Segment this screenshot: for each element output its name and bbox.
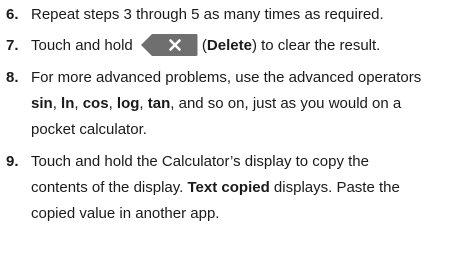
separator: ,: [108, 95, 117, 112]
step-7: 7. Touch and hold (Delete) to clear the …: [0, 33, 472, 59]
step-text-before: Touch and hold: [31, 37, 133, 54]
manual-page: 6. Repeat steps 3 through 5 as many time…: [0, 2, 472, 258]
operator-cos: cos: [82, 95, 109, 112]
step-number: 8.: [6, 69, 19, 86]
step-text: Repeat steps 3 through 5 as many times a…: [31, 6, 384, 23]
step-line-3: pocket calculator.: [31, 121, 147, 138]
separator: ,: [139, 95, 148, 112]
operator-sin: sin: [31, 95, 53, 112]
operator-log: log: [116, 95, 140, 112]
step-line-2-end: displays. Paste the: [273, 179, 400, 196]
delete-key-icon: [140, 33, 198, 57]
step-9: 9. Touch and hold the Calculator’s displ…: [0, 149, 472, 227]
step-number: 9.: [6, 153, 19, 170]
steps-list: 6. Repeat steps 3 through 5 as many time…: [0, 2, 472, 227]
step-6: 6. Repeat steps 3 through 5 as many time…: [0, 2, 472, 28]
step-line-1: For more advanced problems, use the adva…: [31, 69, 422, 86]
step-number: 7.: [6, 37, 19, 54]
operator-tan: tan: [147, 95, 171, 112]
step-line-3: copied value in another app.: [31, 205, 220, 222]
step-line-2-tail: , and so on, just as you would on a: [170, 95, 402, 112]
operator-ln: ln: [61, 95, 75, 112]
separator: ,: [74, 95, 83, 112]
text-copied-label: Text copied: [187, 179, 270, 196]
delete-label: Delete: [206, 37, 252, 54]
step-line-1: Touch and hold the Calculator’s display …: [31, 153, 369, 170]
separator: ,: [52, 95, 62, 112]
step-number: 6.: [6, 6, 19, 23]
step-8: 8. For more advanced problems, use the a…: [0, 65, 472, 143]
step-text-after: ) to clear the result.: [251, 37, 381, 54]
step-line-2-start: contents of the display.: [31, 179, 184, 196]
